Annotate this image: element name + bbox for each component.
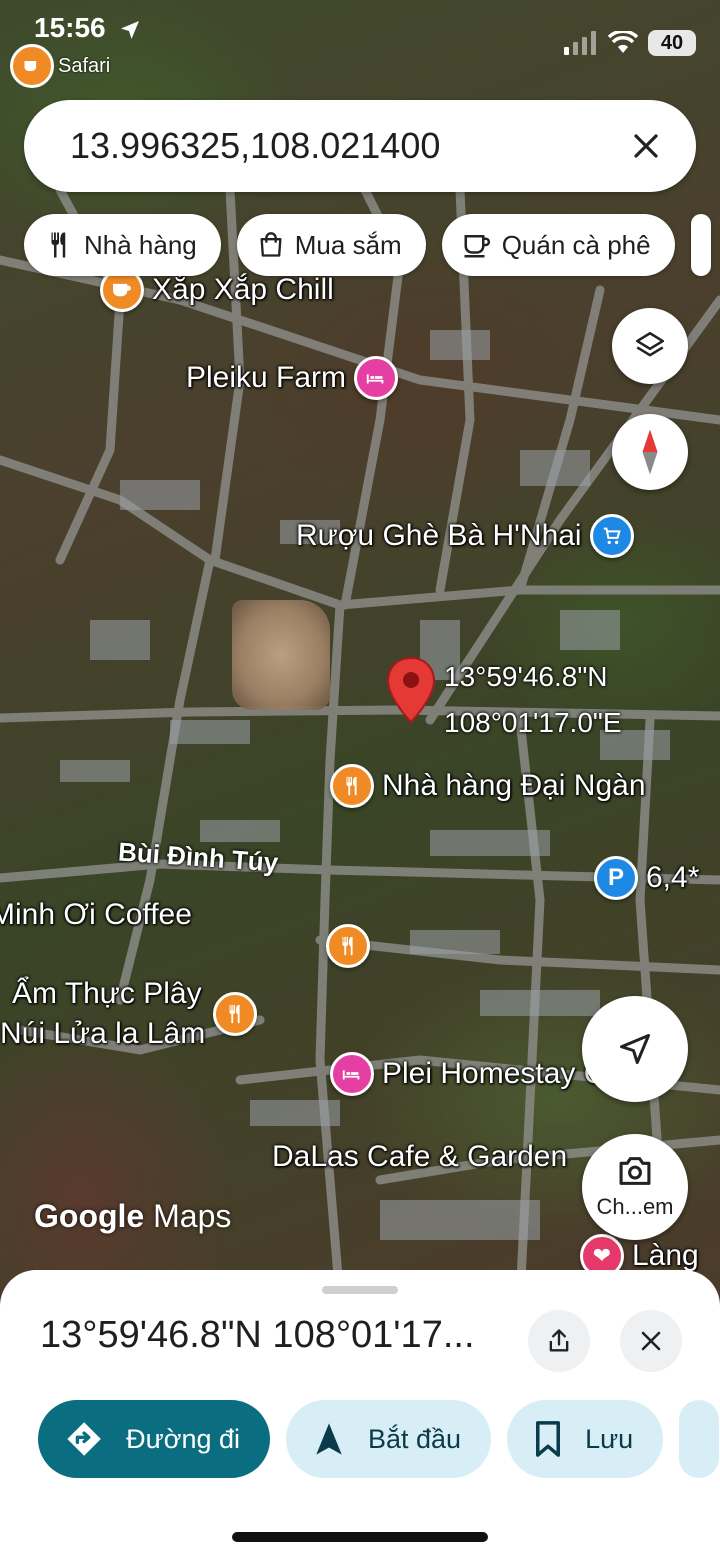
poi-label: Pleiku Farm bbox=[186, 361, 347, 394]
search-box[interactable]: 13.996325,108.021400 bbox=[24, 100, 696, 192]
fork-knife-icon bbox=[330, 764, 374, 808]
status-time: 15:56 bbox=[34, 12, 106, 43]
poi-pleiku-farm[interactable]: Pleiku Farm bbox=[186, 356, 399, 400]
google-maps-logo: Google Maps bbox=[34, 1198, 232, 1234]
poi-restaurant[interactable] bbox=[326, 924, 370, 968]
chip-more[interactable] bbox=[690, 214, 711, 276]
search-query[interactable]: 13.996325,108.021400 bbox=[70, 125, 626, 167]
poi-am-thuc[interactable]: Ẩm Thực Plây Núi Lửa la Lâm bbox=[0, 974, 258, 1054]
bed-icon bbox=[330, 1052, 374, 1096]
poi-label: DaLas Cafe & Garden bbox=[272, 1140, 568, 1173]
road-network bbox=[0, 175, 720, 1300]
close-icon[interactable] bbox=[626, 126, 666, 166]
chip-label: Nhà hàng bbox=[84, 229, 197, 260]
my-location-button[interactable] bbox=[582, 996, 688, 1102]
fork-knife-icon bbox=[51, 232, 66, 258]
place-sheet[interactable]: 13°59'46.8"N 108°01'17... Đường đi Bắt đ… bbox=[0, 1270, 720, 1559]
compass-icon bbox=[642, 429, 658, 475]
navigation-arrow-icon bbox=[620, 1034, 650, 1064]
poi-dalas-cafe[interactable]: DaLas Cafe & Garden bbox=[272, 1140, 567, 1174]
poi-minh-oi-coffee[interactable]: Minh Ơi Coffee bbox=[0, 898, 192, 932]
poi-label: Xắp Xắp Chill bbox=[152, 273, 334, 306]
cart-icon bbox=[589, 514, 634, 558]
more-actions[interactable] bbox=[679, 1400, 720, 1478]
compass-button[interactable] bbox=[612, 414, 688, 490]
coffee-cup-icon bbox=[464, 235, 490, 258]
back-to-safari[interactable]: Safari bbox=[10, 44, 110, 88]
poi-dai-ngan[interactable]: Nhà hàng Đại Ngàn bbox=[330, 764, 646, 808]
poi-label: Ẩm Thực Plây Núi Lửa la Lâm bbox=[0, 977, 206, 1050]
layers-button[interactable] bbox=[612, 308, 688, 384]
fork-knife-icon bbox=[213, 992, 258, 1036]
wifi-icon bbox=[608, 31, 638, 53]
signal-icon bbox=[564, 31, 596, 55]
pin-latitude: 13°59'46.8"N bbox=[444, 661, 608, 692]
action-label: Lưu bbox=[585, 1423, 634, 1454]
location-arrow-icon bbox=[121, 21, 139, 39]
system-icons: 40 bbox=[564, 30, 696, 56]
action-buttons: Đường đi Bắt đầu Lưu bbox=[38, 1400, 720, 1478]
poi-parking[interactable]: P 6,4* bbox=[594, 856, 699, 900]
bed-icon bbox=[354, 356, 399, 400]
back-app-label: Safari bbox=[58, 54, 111, 77]
layers-icon bbox=[635, 331, 665, 357]
chip-label: Quán cà phê bbox=[501, 229, 651, 260]
chip-coffee[interactable]: Quán cà phê bbox=[441, 214, 675, 276]
satellite-map[interactable]: Xắp Xắp Chill Pleiku Farm Rượu Ghè Bà H'… bbox=[0, 0, 720, 1300]
poi-label: Minh Ơi Coffee bbox=[0, 898, 192, 931]
shopping-bag-icon bbox=[260, 232, 282, 257]
home-indicator bbox=[232, 1532, 488, 1542]
chip-label: Mua sắm bbox=[294, 229, 402, 260]
save-button[interactable]: Lưu bbox=[507, 1400, 664, 1478]
battery-indicator: 40 bbox=[648, 30, 696, 56]
directions-icon bbox=[67, 1422, 101, 1456]
coffee-cup-icon bbox=[10, 44, 54, 88]
chip-shopping[interactable]: Mua sắm bbox=[236, 214, 426, 276]
camera-label: Ch...em bbox=[596, 1194, 674, 1219]
poi-label: Nhà hàng Đại Ngàn bbox=[382, 769, 646, 802]
chip-restaurants[interactable]: Nhà hàng bbox=[24, 214, 221, 276]
poi-label: 6,4* bbox=[646, 861, 700, 894]
category-chips: Nhà hàng Mua sắm Quán cà phê bbox=[24, 214, 711, 276]
dropped-pin-coordinates: 13°59'46.8"N 108°01'17.0"E bbox=[444, 654, 622, 746]
share-icon bbox=[549, 1329, 569, 1352]
bookmark-icon bbox=[536, 1421, 561, 1457]
pin-longitude: 108°01'17.0"E bbox=[444, 707, 622, 738]
directions-button[interactable]: Đường đi bbox=[38, 1400, 270, 1478]
dropped-pin-icon[interactable] bbox=[386, 656, 436, 731]
share-button[interactable] bbox=[528, 1310, 590, 1372]
close-sheet-button[interactable] bbox=[620, 1310, 682, 1372]
camera-icon bbox=[619, 1157, 651, 1185]
close-icon bbox=[641, 1331, 661, 1351]
status-bar: 15:56 Safari 40 bbox=[0, 0, 720, 96]
land-clearing bbox=[232, 600, 330, 710]
poi-label: Rượu Ghè Bà H'Nhai bbox=[296, 519, 582, 552]
action-label: Bắt đầu bbox=[368, 1423, 462, 1454]
fork-knife-icon bbox=[326, 924, 370, 968]
camera-search-button[interactable]: Ch...em bbox=[582, 1134, 688, 1240]
sheet-drag-handle[interactable] bbox=[322, 1286, 398, 1294]
poi-ruou-ghe[interactable]: Rượu Ghè Bà H'Nhai bbox=[296, 514, 634, 558]
sheet-title: 13°59'46.8"N 108°01'17... bbox=[40, 1314, 475, 1356]
navigation-arrow-icon bbox=[316, 1423, 342, 1455]
start-button[interactable]: Bắt đầu bbox=[286, 1400, 492, 1478]
parking-icon: P bbox=[594, 856, 638, 900]
action-label: Đường đi bbox=[126, 1423, 240, 1454]
poi-label: Làng bbox=[632, 1239, 699, 1272]
